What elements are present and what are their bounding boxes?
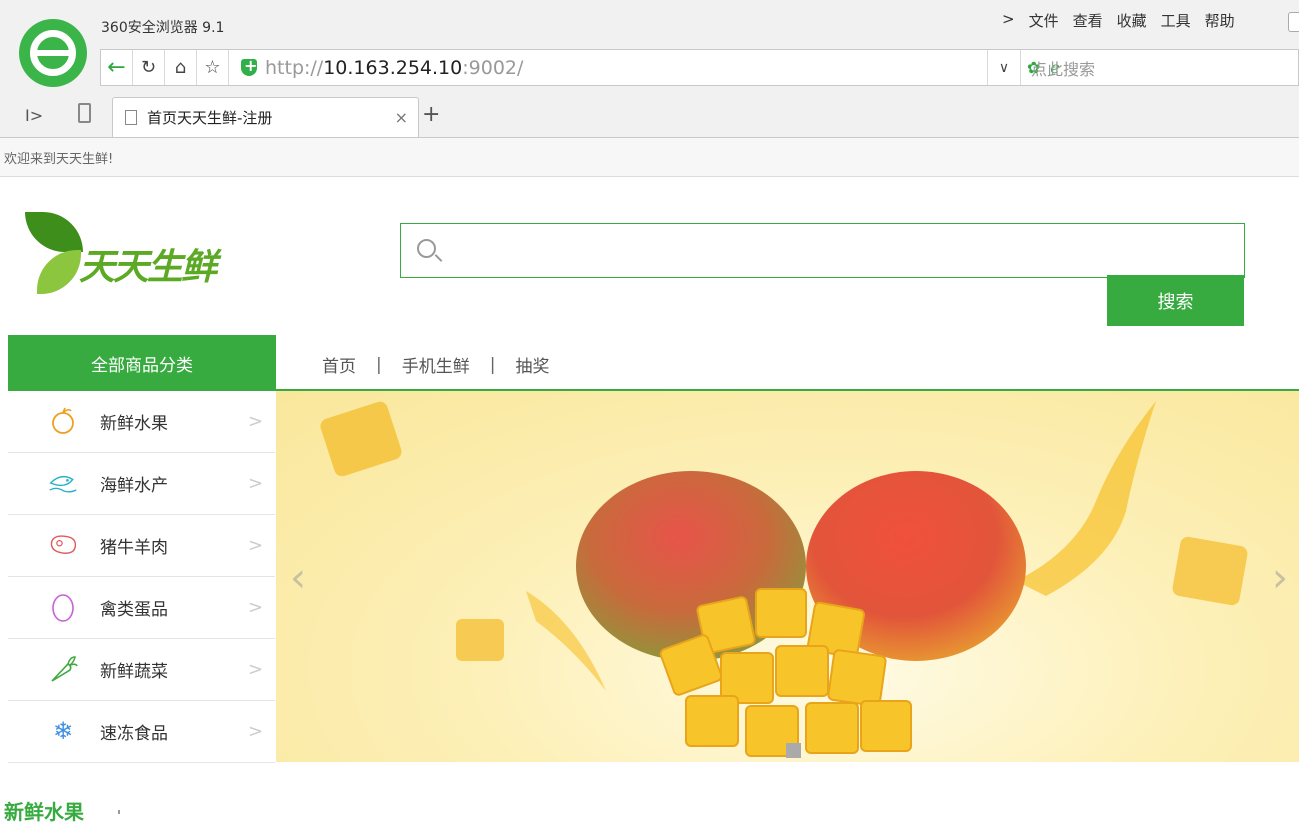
category-item-fruit[interactable]: 新鲜水果 > [8, 391, 275, 453]
tab-active[interactable]: 首页天天生鲜-注册 × [112, 97, 419, 137]
meat-icon [48, 531, 78, 559]
category-label: 新鲜蔬菜 [100, 662, 168, 682]
home-button[interactable]: ⌂ [165, 50, 197, 85]
url-dropdown-button[interactable]: ∨ [987, 50, 1021, 85]
category-list: 新鲜水果 > 海鲜水产 > 猪牛羊肉 > 禽类蛋品 > 新鲜蔬菜 > ❄ 速冻食… [8, 391, 275, 763]
url-scheme: http:// [265, 56, 324, 79]
chevron-right-icon: > [248, 473, 264, 494]
chevron-down-icon: ∨ [998, 59, 1010, 76]
browser-menubar: > 文件 查看 收藏 工具 帮助 [1002, 10, 1235, 31]
site-logo[interactable]: 天天生鲜 [25, 212, 235, 302]
snowflake-icon: ❄ [52, 717, 74, 745]
menu-help[interactable]: 帮助 [1205, 10, 1235, 31]
category-label: 猪牛羊肉 [100, 538, 168, 558]
security-shield-icon[interactable] [241, 56, 257, 76]
all-categories-header[interactable]: 全部商品分类 [8, 335, 276, 391]
nav-home[interactable]: 首页 [322, 352, 356, 377]
browser-title: 360安全浏览器 9.1 [101, 20, 225, 36]
logo-leaf-icon [25, 212, 83, 252]
logo-leaf-icon-2 [37, 250, 81, 294]
chevron-right-icon: > [248, 659, 264, 680]
sidebar-toggle-icon[interactable]: I> [25, 106, 43, 125]
nav-separator: | [489, 354, 496, 375]
category-label: 禽类蛋品 [100, 600, 168, 620]
menu-file[interactable]: 文件 [1029, 10, 1059, 31]
nav-mobile-fresh[interactable]: 手机生鲜 [402, 352, 470, 377]
chevron-right-icon: > [248, 721, 264, 742]
search-button[interactable]: 搜索 [1107, 275, 1244, 326]
browser-logo-icon[interactable] [19, 19, 87, 87]
category-item-frozen[interactable]: ❄ 速冻食品 > [8, 701, 275, 763]
reload-icon: ↻ [140, 57, 157, 78]
back-button[interactable]: ← [101, 50, 133, 85]
tab-close-icon[interactable]: × [395, 108, 408, 127]
chevron-right-icon: > [248, 597, 264, 618]
section-marker [118, 810, 120, 814]
category-item-meat[interactable]: 猪牛羊肉 > [8, 515, 275, 577]
logo-text: 天天生鲜 [79, 247, 217, 288]
window-control-edge[interactable] [1288, 12, 1299, 32]
menu-chevron[interactable]: > [1002, 10, 1015, 31]
category-label: 速冻食品 [100, 724, 168, 744]
banner-prev-button[interactable]: ‹ [290, 555, 306, 601]
chevron-right-icon: > [248, 411, 264, 432]
menu-favorites[interactable]: 收藏 [1117, 10, 1147, 31]
reload-button[interactable]: ↻ [133, 50, 165, 85]
browser-chrome: 360安全浏览器 9.1 > 文件 查看 收藏 工具 帮助 ← ↻ ⌂ ☆ ht… [0, 0, 1299, 138]
tab-row: I> 首页天天生鲜-注册 × + [0, 96, 1299, 138]
welcome-text: 欢迎来到天天生鲜! [4, 152, 114, 167]
star-icon: ☆ [204, 57, 221, 78]
top-nav: 首页 | 手机生鲜 | 抽奖 [322, 352, 549, 378]
category-item-seafood[interactable]: 海鲜水产 > [8, 453, 275, 515]
nav-separator: | [376, 354, 382, 375]
url-path: :9002/ [462, 56, 524, 79]
hero-banner[interactable] [276, 391, 1299, 762]
search-icon [417, 239, 436, 258]
menu-tools[interactable]: 工具 [1161, 10, 1191, 31]
nav-lottery[interactable]: 抽奖 [515, 352, 549, 377]
egg-icon [48, 593, 78, 622]
arrow-left-icon: ← [107, 55, 126, 80]
welcome-bar: 欢迎来到天天生鲜! [0, 138, 1299, 177]
category-item-egg[interactable]: 禽类蛋品 > [8, 577, 275, 639]
home-icon: ⌂ [174, 57, 187, 78]
tab-title: 首页天天生鲜-注册 [147, 109, 273, 127]
phone-icon[interactable] [78, 103, 91, 123]
carrot-icon [48, 655, 78, 683]
site-search-input[interactable] [400, 223, 1245, 278]
banner-indicator-dot[interactable] [786, 743, 801, 758]
new-tab-button[interactable]: + [422, 102, 440, 127]
section-title-fruit: 新鲜水果 [4, 800, 84, 824]
category-label: 海鲜水产 [100, 476, 168, 496]
page-icon [125, 110, 137, 125]
search-engine-area: ∨ 点此搜索 [987, 50, 1299, 85]
browser-search-input[interactable]: 点此搜索 [1021, 50, 1095, 85]
chevron-right-icon: > [248, 535, 264, 556]
fish-icon [48, 469, 78, 497]
category-label: 新鲜水果 [100, 414, 168, 434]
menu-view[interactable]: 查看 [1073, 10, 1103, 31]
banner-next-button[interactable]: › [1272, 555, 1288, 601]
url-host: 10.163.254.10 [323, 56, 463, 79]
fruit-icon [48, 407, 78, 435]
mango-illustration [320, 401, 1248, 757]
address-bar: ← ↻ ⌂ ☆ http://10.163.254.10:9002/ ✿ ℯ ∨… [100, 49, 1299, 86]
bookmark-button[interactable]: ☆ [197, 50, 229, 85]
category-item-vegetable[interactable]: 新鲜蔬菜 > [8, 639, 275, 701]
url-field[interactable]: http://10.163.254.10:9002/ [265, 57, 523, 79]
